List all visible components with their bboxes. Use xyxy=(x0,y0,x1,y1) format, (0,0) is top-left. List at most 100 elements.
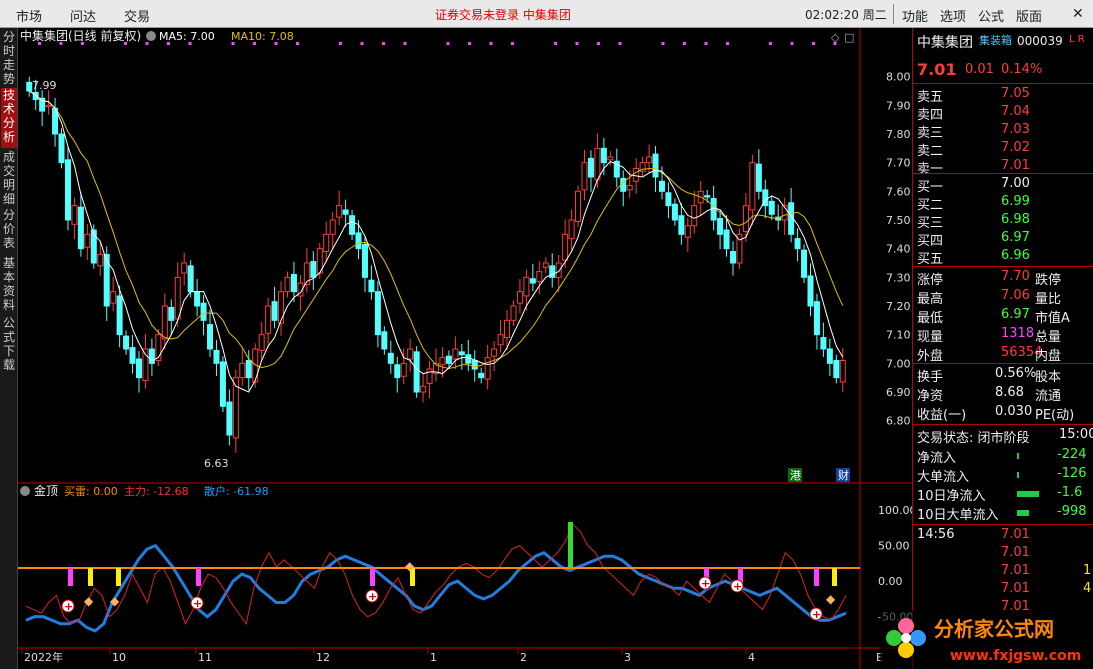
signal-bar xyxy=(116,568,121,586)
candle-body xyxy=(420,385,427,393)
price-tick-label: 7.60 xyxy=(886,185,911,198)
candle-body xyxy=(452,348,459,360)
candle-body xyxy=(123,335,130,350)
price-tick-label: 8.00 xyxy=(886,71,911,84)
candle-body xyxy=(504,319,511,339)
ask-label: 卖五 xyxy=(917,90,944,105)
diamond-signal-icon: ◆ xyxy=(405,559,415,573)
candle-body xyxy=(407,348,414,360)
candle-body xyxy=(400,362,407,377)
menu-wenda[interactable]: 问达 xyxy=(70,6,96,25)
candle-body xyxy=(497,334,504,346)
bid-label: 买三 xyxy=(917,216,944,231)
candle-body xyxy=(355,232,362,250)
menu-layout[interactable]: 版面 xyxy=(1016,6,1042,25)
candle-body xyxy=(594,147,601,181)
menu-formula[interactable]: 公式 xyxy=(978,6,1004,25)
price-tick-label: 6.80 xyxy=(886,415,911,428)
signal-dot xyxy=(554,42,557,45)
square-icon[interactable]: □ xyxy=(844,31,854,44)
flow-bar xyxy=(1017,491,1039,497)
fin-value: 0.56% xyxy=(995,366,1037,381)
candle-body xyxy=(361,243,368,278)
menu-options[interactable]: 选项 xyxy=(940,6,966,25)
price-tick-label: 7.80 xyxy=(886,128,911,141)
candle-body xyxy=(568,219,575,240)
candle-body xyxy=(174,276,181,320)
ask-label: 卖二 xyxy=(917,144,944,159)
tick-price: 7.01 xyxy=(1001,581,1030,596)
divider xyxy=(913,266,1093,267)
tab-price-table[interactable]: 分价表 xyxy=(1,208,17,254)
ask-price: 7.01 xyxy=(1001,158,1030,173)
candle-body xyxy=(652,153,659,178)
candle-body xyxy=(103,253,110,307)
candle-body xyxy=(542,262,549,268)
tick-price: 7.01 xyxy=(1001,527,1030,542)
signal-dot xyxy=(661,42,665,45)
tab-timeshare[interactable]: 分时走势 xyxy=(1,30,17,86)
industry-tag[interactable]: 集装箱 xyxy=(979,32,1012,48)
bid-label: 买一 xyxy=(917,180,944,195)
bid-price: 6.98 xyxy=(1001,212,1030,227)
candle-body xyxy=(387,352,394,364)
candle-body xyxy=(26,81,33,92)
candle-body xyxy=(45,104,52,108)
bid-price: 6.97 xyxy=(1001,230,1030,245)
kline-chart[interactable]: 8.00 7.90 7.80 7.70 7.60 7.50 7.40 7.30 7.20 7.10… xyxy=(18,28,912,669)
bid-price: 6.96 xyxy=(1001,248,1030,263)
candle-body xyxy=(626,185,633,191)
quote-panel: 中集集团 集装箱 000039 L R 7.01 0.01 0.14% 卖五 7.… xyxy=(912,28,1093,669)
indicator-dropdown-icon[interactable] xyxy=(20,486,30,496)
low-marker: 6.63 xyxy=(204,457,229,470)
fin-value: 0.030 xyxy=(995,404,1033,419)
candle-body xyxy=(555,262,562,278)
stat-value: 7.06 xyxy=(1001,288,1030,303)
signal-dot xyxy=(489,42,493,45)
menu-function[interactable]: 功能 xyxy=(902,6,928,25)
tab-trade-detail[interactable]: 成交明细 xyxy=(1,150,17,206)
buy-plus-glyph: + xyxy=(701,577,710,590)
candle-body xyxy=(678,215,685,235)
price-change-pct: 0.14% xyxy=(1001,62,1043,77)
stat-label: 总量 xyxy=(1035,330,1062,345)
candle-body xyxy=(116,295,123,336)
price-tick-label: 7.30 xyxy=(886,271,911,284)
last-price: 7.01 xyxy=(917,60,957,79)
candle-body xyxy=(510,305,517,321)
tab-basic-info[interactable]: 基本资料 xyxy=(1,256,17,314)
stat-value: 7.70 xyxy=(1001,269,1030,284)
close-icon[interactable]: ✕ xyxy=(1072,6,1084,22)
diamond-icon[interactable]: ◇ xyxy=(831,31,840,44)
fin-label: 换手 xyxy=(917,370,944,385)
candle-body xyxy=(749,162,756,211)
candle-body xyxy=(575,190,582,222)
candle-body xyxy=(381,331,388,350)
stat-label: 内盘 xyxy=(1035,349,1062,364)
candle-body xyxy=(665,192,672,207)
menu-market[interactable]: 市场 xyxy=(16,6,42,25)
candle-body xyxy=(768,200,775,215)
candle-body xyxy=(265,305,272,334)
candle-body xyxy=(794,238,801,250)
stock-flags: L R xyxy=(1069,34,1085,45)
menu-trade[interactable]: 交易 xyxy=(124,6,150,25)
ask-label: 卖四 xyxy=(917,108,944,123)
site-logo: 分析家公式网 www.fxjgsw.com xyxy=(880,610,1093,669)
diamond-signal-icon: ◆ xyxy=(826,592,836,606)
candle-body xyxy=(658,180,665,192)
flow-label: 净流入 xyxy=(917,451,957,466)
candle-body xyxy=(329,219,336,235)
fin-value: 8.68 xyxy=(995,385,1024,400)
ma10-label: MA10: 7.08 xyxy=(231,30,294,43)
tab-formula-download[interactable]: 公式下载 xyxy=(1,316,17,374)
stat-label: 市值A xyxy=(1035,311,1070,326)
candle-body xyxy=(200,302,207,321)
divider xyxy=(913,524,1093,525)
tick-volume: 4 xyxy=(1083,581,1092,596)
candle-body xyxy=(58,133,65,164)
tab-technical[interactable]: 技术分析 xyxy=(1,88,17,148)
tick-time: 14:56 xyxy=(917,527,955,542)
candle-body xyxy=(187,265,194,293)
dropdown-icon[interactable] xyxy=(146,31,156,41)
